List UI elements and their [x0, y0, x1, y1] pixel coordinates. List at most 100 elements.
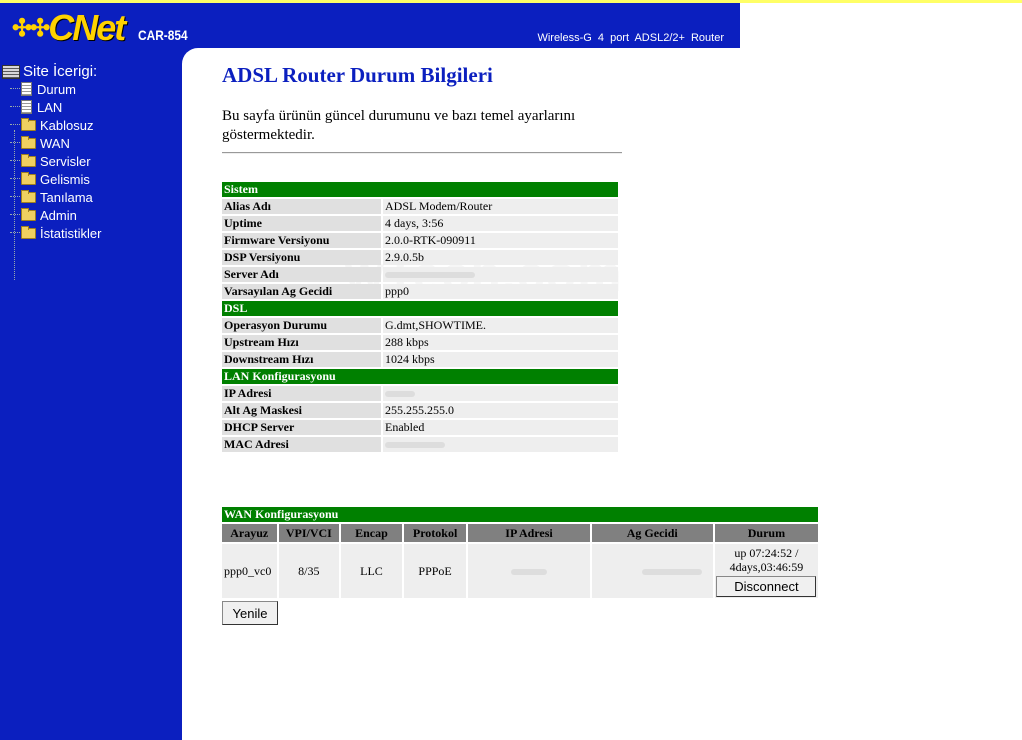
column-header: Encap — [341, 524, 402, 542]
document-icon — [21, 100, 32, 114]
table-row: Firmware Versiyonu 2.0.0-RTK-090911 — [222, 233, 618, 248]
row-value: 4 days, 3:56 — [383, 216, 618, 231]
table-row: DSP Versiyonu 2.9.0.5b — [222, 250, 618, 265]
wan-status: up 07:24:52 / 4days,03:46:59 — [729, 545, 804, 574]
wan-vpi-vci: 8/35 — [278, 544, 340, 598]
disconnect-button[interactable]: Disconnect — [716, 575, 817, 597]
divider — [222, 152, 622, 154]
row-value: 1024 kbps — [383, 352, 618, 367]
sidebar-item-servisler[interactable]: Servisler — [10, 152, 91, 170]
table-row: Uptime 4 days, 3:56 — [222, 216, 618, 231]
redacted-value — [385, 391, 415, 397]
sidebar-item-label: LAN — [37, 99, 63, 115]
column-header: Arayuz — [222, 524, 277, 542]
sidebar-item-admin[interactable]: Admin — [10, 206, 77, 224]
sidebar-item-tanilama[interactable]: Tanılama — [10, 188, 93, 206]
section-header-dsl: DSL — [222, 301, 618, 316]
table-row: ppp0_vc0 8/35 LLC PPPoE up 07:24:52 / 4d… — [222, 544, 818, 598]
column-header: Protokol — [403, 524, 467, 542]
section-header-wan: WAN Konfigurasyonu — [222, 507, 818, 522]
row-value: 2.9.0.5b — [383, 250, 618, 265]
folder-icon — [21, 207, 36, 221]
row-value: G.dmt,SHOWTIME. — [383, 318, 618, 333]
page-description: Bu sayfa ürünün güncel durumunu ve bazı … — [222, 108, 576, 143]
sidebar-item-label: Admin — [40, 207, 77, 223]
tree-root-icon — [2, 64, 20, 79]
row-value: Enabled — [383, 420, 618, 435]
status-table: Sistem Alias Adı ADSL Modem/Router Uptime… — [220, 180, 620, 454]
wan-interface: ppp0_vc0 — [222, 544, 277, 598]
folder-icon — [21, 135, 36, 149]
row-label: IP Adresi — [222, 386, 381, 401]
sidebar-item-gelismis[interactable]: Gelismis — [10, 170, 90, 188]
redacted-value — [511, 568, 548, 575]
sidebar-item-durum[interactable]: Durum — [10, 80, 76, 98]
sidebar-item-label: İstatistikler — [40, 225, 102, 241]
wan-ip-redacted — [468, 544, 590, 598]
folder-icon — [21, 153, 36, 167]
table-header-row: Arayuz VPI/VCI Encap Protokol IP Adresi … — [222, 524, 818, 542]
table-row: Server Adı — [222, 267, 618, 282]
sidebar-item-wan[interactable]: WAN — [10, 134, 70, 152]
sidebar-item-label: Tanılama — [40, 189, 93, 205]
section-header-system: Sistem — [222, 182, 618, 197]
refresh-button[interactable]: Yenile — [222, 601, 278, 625]
row-label: DSP Versiyonu — [222, 250, 381, 265]
sidebar-item-label: Servisler — [40, 153, 91, 169]
column-header: VPI/VCI — [278, 524, 340, 542]
sidebar-item-label: Durum — [37, 81, 77, 97]
table-row: Upstream Hızı 288 kbps — [222, 335, 618, 350]
sidebar-item-label: Kablosuz — [40, 117, 94, 133]
row-value: ppp0 — [383, 284, 618, 299]
sidebar-item-istatistikler[interactable]: İstatistikler — [10, 224, 101, 242]
wan-encap: LLC — [341, 544, 402, 598]
wan-status-cell: up 07:24:52 / 4days,03:46:59 Disconnect — [714, 544, 818, 598]
brand-name: CNet — [48, 7, 126, 48]
redacted-value — [385, 442, 445, 448]
table-row: Alt Ag Maskesi 255.255.255.0 — [222, 403, 618, 418]
banner-corner — [182, 48, 222, 70]
row-label: Server Adı — [222, 267, 381, 282]
row-label: DHCP Server — [222, 420, 381, 435]
document-icon — [21, 82, 32, 96]
row-value: 288 kbps — [383, 335, 618, 350]
row-label: Operasyon Durumu — [222, 318, 381, 333]
table-row: IP Adresi — [222, 386, 618, 401]
logo-mark-icon: ✣✣ — [12, 14, 50, 42]
row-label: Uptime — [222, 216, 381, 231]
model-name: CAR-854 — [138, 27, 188, 43]
row-label: Alias Adı — [222, 199, 381, 214]
row-value: ADSL Modem/Router — [383, 199, 618, 214]
column-header: Durum — [714, 524, 818, 542]
sidebar-item-kablosuz[interactable]: Kablosuz — [10, 116, 93, 134]
sidebar: Site İcerigi: Durum LAN Kablosuz WAN Ser… — [0, 48, 182, 740]
sidebar-title: Site İcerigi: — [2, 63, 97, 80]
sidebar-title-text: Site İcerigi: — [23, 63, 98, 80]
row-value: 255.255.255.0 — [383, 403, 618, 418]
row-value: 2.0.0-RTK-090911 — [383, 233, 618, 248]
wan-protocol: PPPoE — [403, 544, 467, 598]
folder-icon — [21, 117, 36, 131]
table-row: Alias Adı ADSL Modem/Router — [222, 199, 618, 214]
row-label: MAC Adresi — [222, 437, 381, 452]
row-label: Alt Ag Maskesi — [222, 403, 381, 418]
redacted-value — [385, 272, 475, 278]
column-header: IP Adresi — [468, 524, 590, 542]
page-title: ADSL Router Durum Bilgileri — [222, 63, 493, 87]
table-row: Downstream Hızı 1024 kbps — [222, 352, 618, 367]
header-banner: ✣✣ CNet CAR-854 Wireless-G 4 port ADSL2/… — [0, 3, 740, 48]
redacted-value — [642, 568, 703, 575]
sidebar-item-label: WAN — [40, 135, 70, 151]
folder-icon — [21, 189, 36, 203]
row-label: Firmware Versiyonu — [222, 233, 381, 248]
folder-icon — [21, 225, 36, 239]
row-value-redacted — [383, 386, 618, 401]
row-value-redacted — [383, 267, 618, 282]
table-row: Operasyon Durumu G.dmt,SHOWTIME. — [222, 318, 618, 333]
cnet-logo: ✣✣ CNet CAR-854 — [12, 8, 197, 48]
sidebar-item-lan[interactable]: LAN — [10, 98, 62, 116]
sidebar-item-label: Gelismis — [40, 171, 90, 187]
column-header: Ag Gecidi — [591, 524, 713, 542]
table-row: DHCP Server Enabled — [222, 420, 618, 435]
row-label: Downstream Hızı — [222, 352, 381, 367]
